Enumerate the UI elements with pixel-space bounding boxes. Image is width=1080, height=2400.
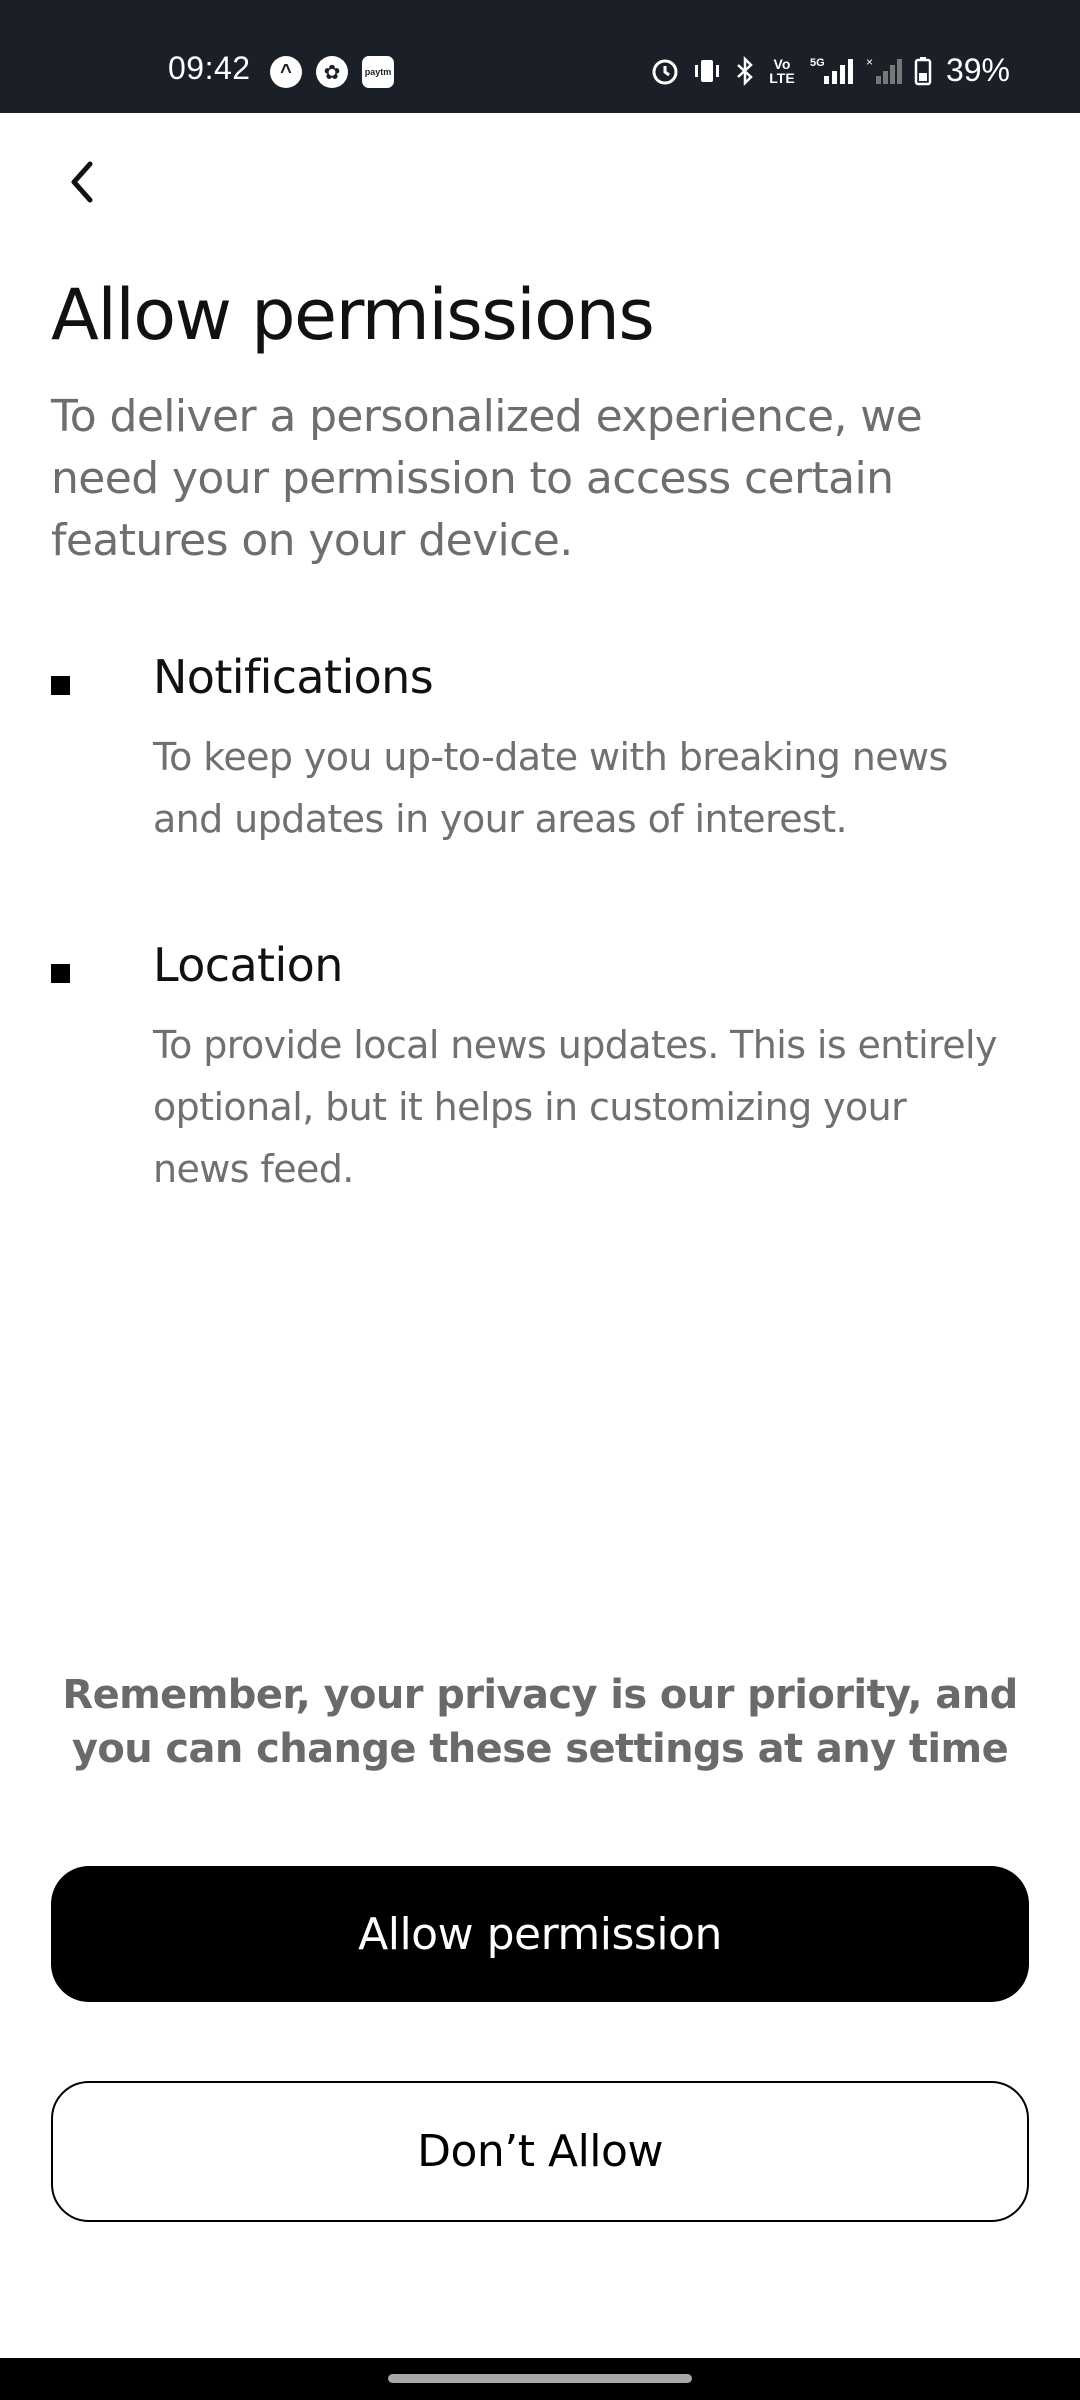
- signal-5g-icon: 5G: [810, 57, 853, 84]
- page-intro: To deliver a personalized experience, we…: [51, 391, 923, 566]
- status-bar: 09:42 ^ ✿ paytm Vo LTE 5G × 39%: [0, 0, 1080, 113]
- bullet-icon: [51, 676, 70, 695]
- permission-title: Location: [153, 938, 343, 992]
- battery-icon: [914, 56, 932, 85]
- allow-permission-button[interactable]: Allow permission: [51, 1866, 1029, 2002]
- dont-allow-label: Don’t Allow: [417, 2126, 663, 2177]
- leaf-app-icon: ✿: [316, 56, 348, 88]
- alarm-icon: [652, 59, 678, 84]
- system-status-icons: Vo LTE 5G × 39%: [650, 52, 1010, 89]
- chevron-left-icon: [71, 161, 93, 203]
- dont-allow-button[interactable]: Don’t Allow: [51, 2081, 1029, 2222]
- vibrate-icon: [694, 59, 719, 82]
- battery-percent: 39%: [945, 52, 1010, 88]
- permission-description: To provide local news updates. This is e…: [153, 1023, 997, 1191]
- allow-permission-label: Allow permission: [358, 1908, 722, 1960]
- back-button[interactable]: [50, 150, 114, 214]
- paytm-icon: paytm: [362, 56, 394, 88]
- svg-text:×: ×: [866, 56, 873, 69]
- privacy-note: Remember, your privacy is our priority, …: [62, 1672, 1018, 1772]
- volte-icon: Vo LTE: [769, 55, 795, 86]
- svg-text:5G: 5G: [810, 57, 825, 69]
- notification-icons: ^ ✿ paytm: [270, 56, 394, 88]
- permission-title: Notifications: [153, 650, 434, 704]
- bullet-icon: [51, 964, 70, 983]
- navigation-bar: [0, 2358, 1080, 2400]
- status-time: 09:42: [168, 50, 251, 86]
- bluetooth-icon: [737, 55, 753, 86]
- page-title: Allow permissions: [51, 274, 655, 356]
- home-gesture-handle[interactable]: [388, 2374, 692, 2383]
- signal-sim2-icon: ×: [866, 56, 902, 84]
- permission-description: To keep you up-to-date with breaking new…: [153, 735, 948, 841]
- app-a-icon: ^: [270, 56, 302, 88]
